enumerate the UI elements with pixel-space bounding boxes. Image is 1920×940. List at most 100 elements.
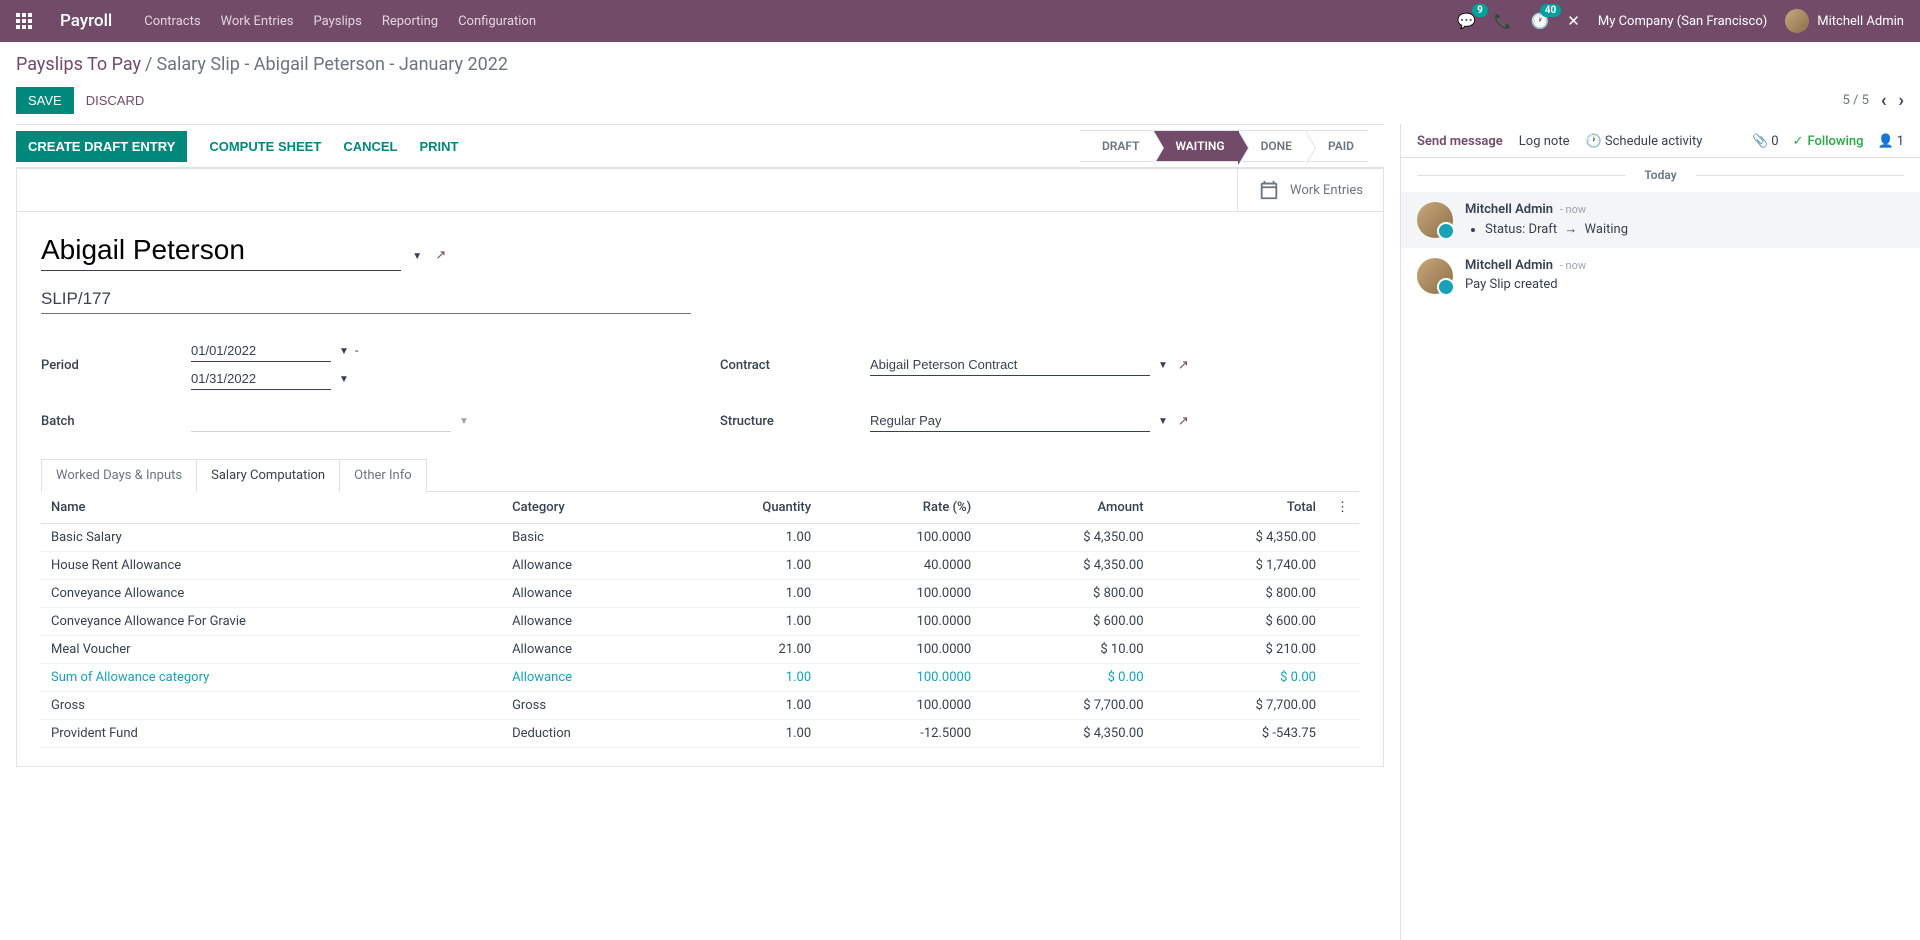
cell-name: Sum of Allowance category — [41, 664, 502, 692]
company-selector[interactable]: My Company (San Francisco) — [1598, 14, 1767, 29]
table-row[interactable]: Sum of Allowance categoryAllowance1.0010… — [41, 664, 1359, 692]
user-menu[interactable]: Mitchell Admin — [1785, 9, 1904, 33]
nav-work-entries[interactable]: Work Entries — [221, 14, 294, 29]
schedule-activity-button[interactable]: 🕐 Schedule activity — [1585, 134, 1702, 149]
tab-worked-days[interactable]: Worked Days & Inputs — [41, 459, 197, 492]
cell-rate: 100.0000 — [821, 664, 981, 692]
activity-badge: 40 — [1540, 4, 1561, 17]
th-rate[interactable]: Rate (%) — [821, 492, 981, 524]
phone-icon[interactable]: 📞 — [1494, 12, 1513, 30]
table-row[interactable]: Conveyance AllowanceAllowance1.00100.000… — [41, 580, 1359, 608]
status-waiting[interactable]: WAITING — [1154, 130, 1239, 162]
contract-input[interactable] — [870, 354, 1150, 376]
nav-reporting[interactable]: Reporting — [382, 14, 438, 29]
cell-empty — [1326, 720, 1359, 748]
send-message-button[interactable]: Send message — [1417, 134, 1503, 149]
discard-button[interactable]: DISCARD — [86, 93, 145, 108]
slip-number-field[interactable] — [41, 283, 691, 314]
external-link-icon[interactable]: ↗ — [1178, 414, 1189, 429]
cell-empty — [1326, 580, 1359, 608]
apps-icon[interactable] — [16, 13, 32, 29]
table-options-icon[interactable]: ⋮ — [1326, 492, 1359, 524]
print-button[interactable]: PRINT — [419, 139, 458, 154]
nav-contracts[interactable]: Contracts — [144, 14, 200, 29]
table-row[interactable]: Basic SalaryBasic1.00100.0000$ 4,350.00$… — [41, 524, 1359, 552]
chevron-down-icon[interactable]: ▼ — [1158, 416, 1168, 427]
th-total[interactable]: Total — [1154, 492, 1326, 524]
th-name[interactable]: Name — [41, 492, 502, 524]
batch-input[interactable] — [191, 410, 451, 432]
contract-label: Contract — [720, 358, 870, 373]
message-content: Status: Draft → Waiting — [1465, 221, 1904, 237]
breadcrumb-link[interactable]: Payslips To Pay — [16, 54, 141, 75]
cell-name: Gross — [41, 692, 502, 720]
period-from-input[interactable] — [191, 340, 331, 362]
action-bar: SAVE DISCARD 5 / 5 ‹ › — [0, 83, 1920, 124]
th-category[interactable]: Category — [502, 492, 674, 524]
attachment-count[interactable]: 📎0 — [1752, 134, 1779, 149]
message-time: - now — [1557, 203, 1586, 216]
cell-empty — [1326, 524, 1359, 552]
date-separator: - — [355, 344, 359, 359]
cell-name: Provident Fund — [41, 720, 502, 748]
chevron-down-icon[interactable]: ▼ — [459, 416, 469, 427]
cell-name: House Rent Allowance — [41, 552, 502, 580]
message-content: Pay Slip created — [1465, 277, 1904, 292]
cell-total: $ 0.00 — [1154, 664, 1326, 692]
create-draft-entry-button[interactable]: CREATE DRAFT ENTRY — [16, 131, 187, 162]
cell-amount: $ 10.00 — [981, 636, 1153, 664]
follower-count[interactable]: 👤1 — [1878, 134, 1905, 149]
cell-amount: $ 0.00 — [981, 664, 1153, 692]
cell-rate: -12.5000 — [821, 720, 981, 748]
chat-icon[interactable]: 💬9 — [1457, 12, 1476, 30]
table-row[interactable]: GrossGross1.00100.0000$ 7,700.00$ 7,700.… — [41, 692, 1359, 720]
main-navbar: Payroll Contracts Work Entries Payslips … — [0, 0, 1920, 42]
period-label: Period — [41, 358, 191, 373]
pager-next-icon[interactable]: › — [1899, 90, 1904, 111]
period-to-input[interactable] — [191, 368, 331, 390]
nav-configuration[interactable]: Configuration — [458, 14, 536, 29]
table-row[interactable]: Provident FundDeduction1.00-12.5000$ 4,3… — [41, 720, 1359, 748]
save-button[interactable]: SAVE — [16, 87, 74, 114]
external-link-icon[interactable]: ↗ — [1178, 358, 1189, 373]
cell-name: Basic Salary — [41, 524, 502, 552]
chevron-down-icon[interactable]: ▼ — [339, 346, 349, 357]
avatar — [1785, 9, 1809, 33]
pager-prev-icon[interactable]: ‹ — [1881, 90, 1887, 111]
following-button[interactable]: ✓Following — [1793, 134, 1864, 149]
log-note-button[interactable]: Log note — [1519, 134, 1570, 149]
cell-amount: $ 4,350.00 — [981, 524, 1153, 552]
th-amount[interactable]: Amount — [981, 492, 1153, 524]
tab-other-info[interactable]: Other Info — [339, 459, 427, 492]
work-entries-stat-button[interactable]: Work Entries — [1237, 169, 1383, 211]
compute-sheet-button[interactable]: COMPUTE SHEET — [209, 139, 321, 154]
cell-category: Gross — [502, 692, 674, 720]
table-row[interactable]: Conveyance Allowance For GravieAllowance… — [41, 608, 1359, 636]
th-quantity[interactable]: Quantity — [674, 492, 822, 524]
chatter-message: Mitchell Admin - now Status: Draft → Wait… — [1401, 192, 1920, 248]
activity-icon[interactable]: 🕐40 — [1531, 12, 1550, 30]
cell-quantity: 1.00 — [674, 608, 822, 636]
employee-field[interactable] — [41, 230, 401, 271]
cell-quantity: 1.00 — [674, 552, 822, 580]
status-draft[interactable]: DRAFT — [1080, 130, 1154, 162]
field-batch: Batch ▼ — [41, 410, 680, 432]
message-author[interactable]: Mitchell Admin — [1465, 258, 1553, 273]
field-period: Period ▼ - ▼ — [41, 340, 680, 390]
tab-salary-computation[interactable]: Salary Computation — [196, 459, 340, 492]
cancel-button[interactable]: CANCEL — [343, 139, 397, 154]
status-done[interactable]: DONE — [1239, 130, 1306, 162]
table-row[interactable]: Meal VoucherAllowance21.00100.0000$ 10.0… — [41, 636, 1359, 664]
external-link-icon[interactable]: ↗ — [435, 248, 446, 263]
cell-category: Deduction — [502, 720, 674, 748]
chevron-down-icon[interactable]: ▼ — [1158, 360, 1168, 371]
chevron-down-icon[interactable]: ▼ — [339, 374, 349, 385]
message-author[interactable]: Mitchell Admin — [1465, 202, 1553, 217]
table-row[interactable]: House Rent AllowanceAllowance1.0040.0000… — [41, 552, 1359, 580]
cell-total: $ -543.75 — [1154, 720, 1326, 748]
chevron-down-icon[interactable]: ▼ — [412, 251, 422, 262]
cell-empty — [1326, 552, 1359, 580]
nav-payslips[interactable]: Payslips — [314, 14, 362, 29]
structure-input[interactable] — [870, 410, 1150, 432]
close-icon[interactable]: ✕ — [1567, 12, 1580, 30]
